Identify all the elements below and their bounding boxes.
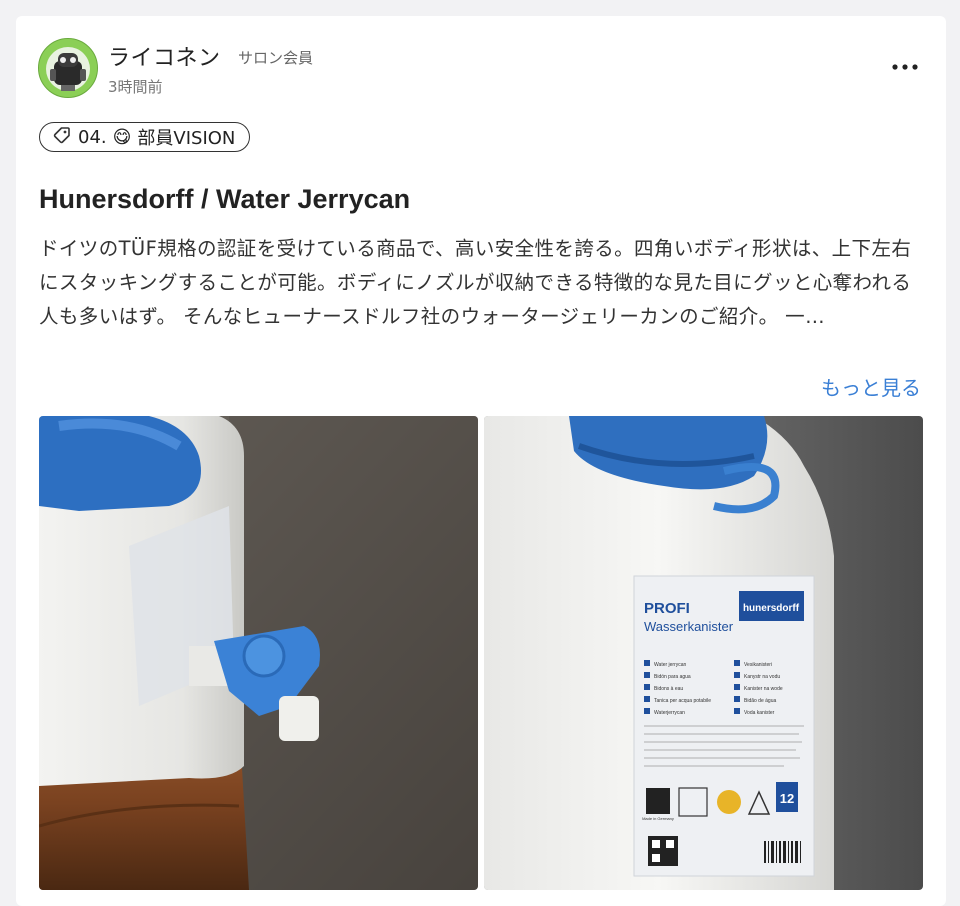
more-horizontal-icon[interactable] <box>888 52 922 82</box>
label-lang-left: Waterjerrycan <box>654 710 685 716</box>
label-brand: hunersdorff <box>743 603 800 614</box>
label-lang-right: Vesikanisteri <box>744 662 772 668</box>
label-lang-right: Kanister na wode <box>744 686 783 692</box>
post-title: Hunersdorff / Water Jerrycan <box>39 184 411 214</box>
author-name[interactable]: ライコネン <box>108 40 221 72</box>
post-photo-label[interactable]: hunersdorff PROFI Wasserkanister Water j… <box>484 416 923 890</box>
label-subtitle: Wasserkanister <box>644 619 734 634</box>
label-lang-right: Voda kanister <box>744 710 775 716</box>
category-tag[interactable]: 04. 😋 部員VISION <box>39 122 251 152</box>
label-lang-left: Bidón para agua <box>654 674 691 680</box>
label-lang-left: Water jerrycan <box>654 662 687 668</box>
read-more-link[interactable]: もっと見る <box>821 372 921 401</box>
member-badge: サロン会員 <box>238 49 314 67</box>
post-photo-spout[interactable] <box>39 416 478 890</box>
post-card: ライコネン サロン会員 3時間前 04. 😋 部員VISION Hunersdo… <box>16 16 946 906</box>
category-label: 部員VISION <box>137 128 236 149</box>
label-lang-right: Bidão de água <box>744 698 776 704</box>
tag-icon <box>52 125 72 150</box>
label-product: PROFI <box>644 600 690 617</box>
author-avatar[interactable] <box>38 38 98 98</box>
post-body: ドイツのTÜF規格の認証を受けている商品で、高い安全性を誇る。四角いボディ形状は… <box>39 237 912 328</box>
label-capacity: 12 <box>780 791 794 806</box>
label-made-in: Made in Germany <box>642 816 674 821</box>
category-number: 04. <box>78 126 107 148</box>
label-lang-right: Kanystr na vodu <box>744 674 780 680</box>
category-emoji: 😋 <box>112 126 132 148</box>
label-lang-left: Bidons à eau <box>654 686 683 692</box>
post-timestamp: 3時間前 <box>108 78 163 96</box>
label-lang-left: Tanica per acqua potabile <box>654 698 711 704</box>
